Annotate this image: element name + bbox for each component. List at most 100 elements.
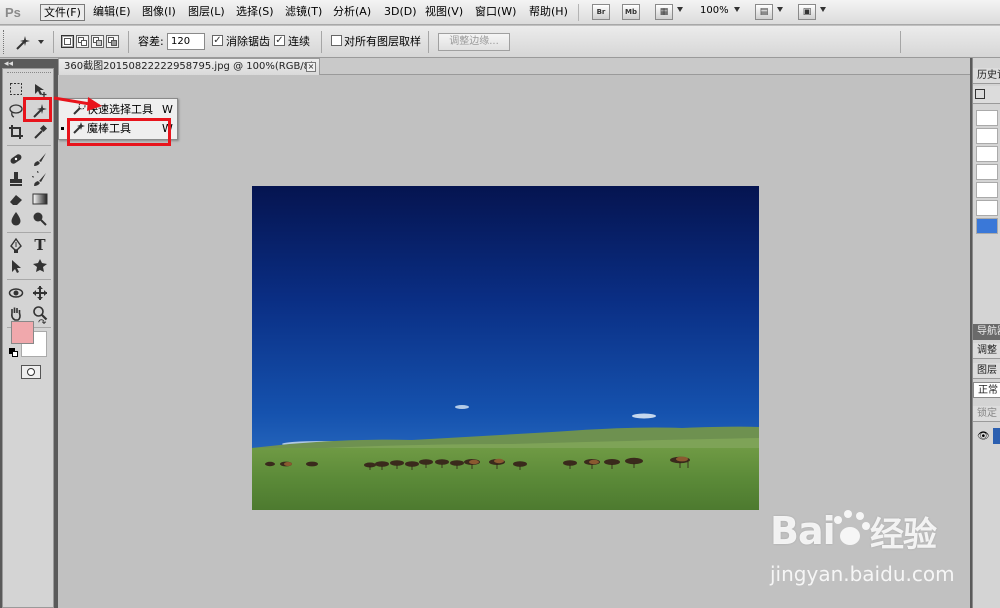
menu-edit[interactable]: 编辑(E) xyxy=(90,4,134,21)
path-selection-icon[interactable] xyxy=(6,256,26,275)
view-extras-dropdown-icon[interactable] xyxy=(677,7,683,12)
eye-icon[interactable]: 👁 xyxy=(977,431,990,442)
options-bar: 容差: 120 ✓ 消除锯齿 ✓ 连续 对所有图层取样 调整边缘... xyxy=(0,26,1000,58)
antialias-label: 消除锯齿 xyxy=(226,35,270,48)
intersect-selection-button[interactable] xyxy=(106,35,119,48)
dodge-tool-icon[interactable] xyxy=(30,209,50,228)
menu-bar: Ps 文件(F) 编辑(E) 图像(I) 图层(L) 选择(S) 滤镜(T) 分… xyxy=(0,0,1000,25)
gradient-tool-icon[interactable] xyxy=(30,189,50,208)
options-separator xyxy=(53,31,54,53)
blend-mode-select[interactable]: 正常 xyxy=(973,382,1000,398)
new-selection-button[interactable] xyxy=(61,35,74,48)
add-to-selection-button[interactable] xyxy=(76,35,89,48)
clone-stamp-icon[interactable] xyxy=(6,169,26,188)
3d-rotate-icon[interactable] xyxy=(6,283,26,302)
bridge-button[interactable]: Br xyxy=(592,4,610,20)
history-panel-tab[interactable]: 历史记 xyxy=(973,68,1000,84)
eyedropper-tool-icon[interactable] xyxy=(30,122,50,141)
layers-panel-tab[interactable]: 图层 xyxy=(973,363,1000,379)
tool-preset-dropdown-icon[interactable] xyxy=(38,40,44,44)
watermark-url: jingyan.baidu.com xyxy=(770,562,955,586)
history-snapshot-row[interactable] xyxy=(973,86,1000,104)
blur-tool-icon[interactable] xyxy=(6,209,26,228)
options-separator xyxy=(321,31,322,53)
document-tab[interactable]: 360截图20150822222958795.jpg @ 100%(RGB/8)… xyxy=(58,58,320,75)
custom-shape-icon[interactable] xyxy=(30,256,50,275)
foreground-color-swatch[interactable] xyxy=(11,321,34,344)
zoom-dropdown-icon[interactable] xyxy=(734,7,740,12)
pen-tool-icon[interactable] xyxy=(6,236,26,255)
view-extras-icon[interactable]: ▦ xyxy=(655,4,673,20)
right-panel-dock: 历史记 导航器 调整 图层 正常 锁定 👁 xyxy=(972,58,1000,608)
toolbox: T ↷ xyxy=(2,68,54,608)
history-row[interactable] xyxy=(976,164,998,180)
arrange-dropdown-icon[interactable] xyxy=(777,7,783,12)
sample-all-layers-checkbox[interactable] xyxy=(331,35,342,46)
tolerance-label: 容差: xyxy=(138,35,164,48)
history-brush-icon[interactable] xyxy=(30,169,50,188)
menu-window[interactable]: 窗口(W) xyxy=(472,4,519,21)
magic-wand-preset-icon[interactable] xyxy=(14,33,34,51)
menu-image[interactable]: 图像(I) xyxy=(139,4,179,21)
antialias-checkbox[interactable]: ✓ xyxy=(212,35,223,46)
brush-icon xyxy=(975,89,985,99)
baidu-jingyan-logo: Bai 经验 xyxy=(770,500,950,570)
menu-highlight-box xyxy=(67,118,171,146)
document-tab-strip xyxy=(320,58,970,75)
menu-file[interactable]: 文件(F) xyxy=(40,4,85,21)
default-colors-icon[interactable] xyxy=(9,348,18,357)
photoshop-logo: Ps xyxy=(5,5,21,20)
3d-pan-icon[interactable] xyxy=(30,283,50,302)
arrange-documents-icon[interactable]: ▤ xyxy=(755,4,773,20)
contiguous-checkbox[interactable]: ✓ xyxy=(274,35,285,46)
adjustments-panel-tab[interactable]: 调整 xyxy=(973,343,1000,359)
contiguous-label: 连续 xyxy=(288,35,310,48)
menu-select[interactable]: 选择(S) xyxy=(233,4,277,21)
screen-mode-dropdown-icon[interactable] xyxy=(820,7,826,12)
tool-highlight-box xyxy=(23,97,52,122)
hand-tool-icon[interactable] xyxy=(6,303,26,322)
swap-colors-icon[interactable]: ↷ xyxy=(38,318,46,329)
options-separator xyxy=(428,31,429,53)
history-row[interactable] xyxy=(976,146,998,162)
quick-mask-button[interactable] xyxy=(21,365,41,379)
close-document-icon[interactable]: × xyxy=(306,62,316,72)
tolerance-input[interactable]: 120 xyxy=(167,33,205,50)
minibridge-button[interactable]: Mb xyxy=(622,4,640,20)
eraser-tool-icon[interactable] xyxy=(6,189,26,208)
history-row[interactable] xyxy=(976,128,998,144)
menu-help[interactable]: 帮助(H) xyxy=(526,4,571,21)
options-separator xyxy=(128,31,129,53)
history-row[interactable] xyxy=(976,182,998,198)
document-image[interactable] xyxy=(252,186,759,510)
menu-analysis[interactable]: 分析(A) xyxy=(330,4,374,21)
lock-label: 锁定 xyxy=(973,406,1000,422)
refine-edge-button[interactable]: 调整边缘... xyxy=(438,33,510,51)
menu-3d[interactable]: 3D(D) xyxy=(381,4,420,21)
subtract-from-selection-button[interactable] xyxy=(91,35,104,48)
menu-filter[interactable]: 滤镜(T) xyxy=(282,4,325,21)
brush-tool-icon[interactable] xyxy=(30,149,50,168)
layer-thumbnail[interactable] xyxy=(993,428,1000,444)
history-row[interactable] xyxy=(976,110,998,126)
history-row-selected[interactable] xyxy=(976,218,998,234)
zoom-level[interactable]: 100% xyxy=(700,5,729,16)
options-separator xyxy=(900,31,901,53)
toolbox-divider xyxy=(7,279,51,280)
spot-healing-brush-icon[interactable] xyxy=(6,149,26,168)
active-tool-marker xyxy=(61,127,64,130)
screen-mode-icon[interactable]: ▣ xyxy=(798,4,816,20)
crop-tool-icon[interactable] xyxy=(6,122,26,141)
sample-all-layers-label: 对所有图层取样 xyxy=(344,35,421,48)
type-tool-icon[interactable]: T xyxy=(30,236,50,255)
menu-separator xyxy=(578,4,579,21)
svg-text:Bai: Bai xyxy=(770,509,835,553)
navigator-panel-tab[interactable]: 导航器 xyxy=(973,324,1000,340)
quick-selection-shortcut: W xyxy=(162,103,173,116)
baidu-watermark: Bai 经验 jingyan.baidu.com xyxy=(770,500,955,590)
red-arrow-annotation xyxy=(53,96,102,111)
menu-view[interactable]: 视图(V) xyxy=(422,4,466,21)
toolbox-divider xyxy=(7,232,51,233)
menu-layer[interactable]: 图层(L) xyxy=(185,4,228,21)
history-row[interactable] xyxy=(976,200,998,216)
